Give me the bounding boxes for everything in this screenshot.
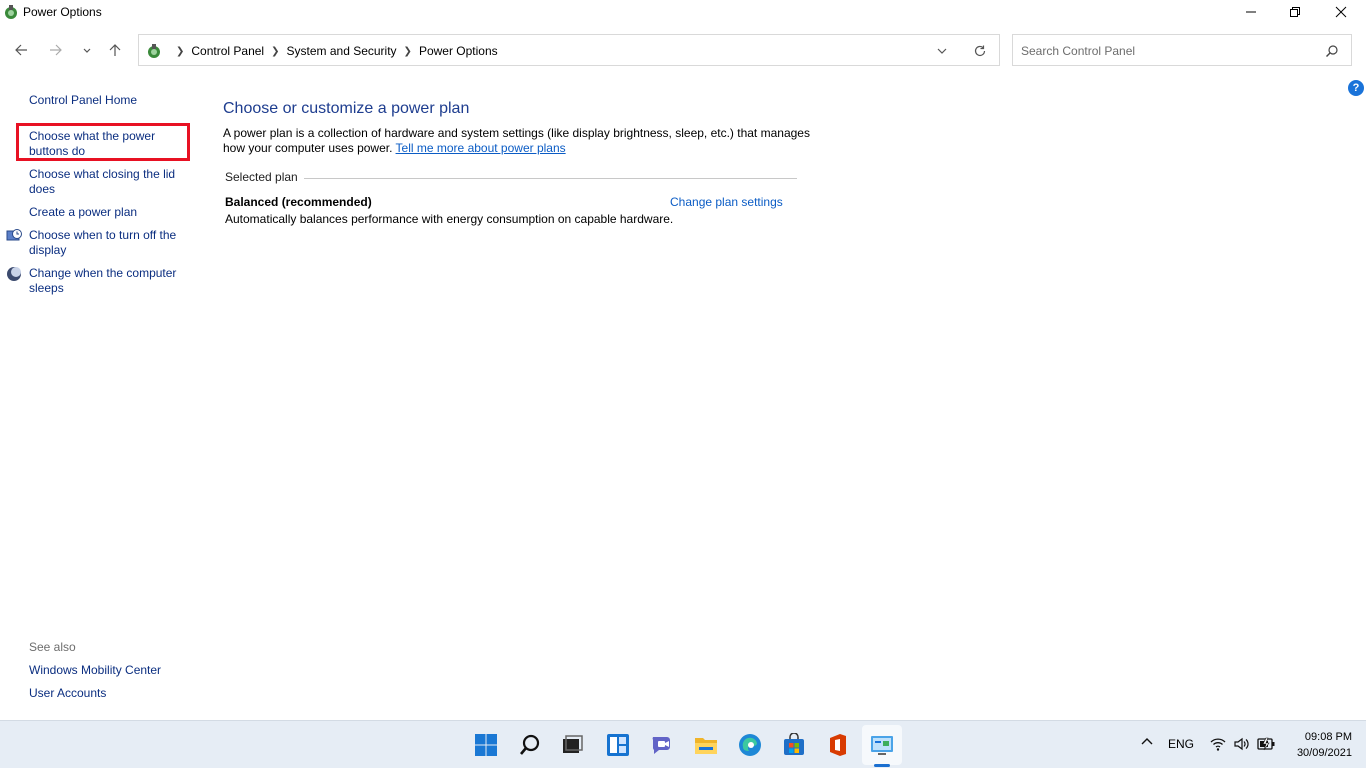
divider	[225, 178, 797, 179]
change-plan-settings-link[interactable]: Change plan settings	[670, 195, 783, 209]
close-icon	[1335, 6, 1347, 18]
plan-description: Automatically balances performance with …	[225, 212, 674, 226]
sidebar-closing-lid[interactable]: Choose what closing the lid does	[29, 167, 184, 197]
active-indicator	[874, 764, 890, 767]
control-panel-icon	[871, 736, 893, 755]
windows-logo-icon	[475, 734, 497, 756]
address-dropdown-icon[interactable]	[935, 44, 949, 58]
back-button[interactable]	[10, 40, 32, 60]
control-panel-icon	[148, 44, 160, 58]
page-title: Choose or customize a power plan	[223, 100, 470, 117]
arrow-left-icon	[15, 44, 27, 56]
speaker-icon	[1234, 737, 1249, 751]
plan-name: Balanced (recommended)	[225, 195, 372, 209]
sleep-moon-icon	[7, 267, 21, 281]
volume-button[interactable]	[1233, 736, 1249, 755]
file-explorer-button[interactable]	[692, 731, 720, 759]
arrow-right-icon	[50, 44, 62, 56]
window-title: Power Options	[23, 5, 102, 19]
title-bar: Power Options	[0, 0, 1366, 26]
language-indicator[interactable]: ENG	[1168, 737, 1194, 751]
store-bag-icon	[784, 733, 804, 755]
power-options-icon	[5, 5, 17, 19]
chevron-right-icon: ❯	[403, 45, 412, 57]
store-button[interactable]	[780, 731, 808, 759]
widgets-icon	[607, 734, 629, 756]
chevron-down-icon	[83, 48, 91, 53]
clock-time: 09:08 PM	[1304, 731, 1352, 743]
start-button[interactable]	[472, 731, 500, 759]
chevron-up-icon	[1141, 738, 1153, 745]
search-input[interactable]	[1021, 42, 1311, 60]
control-panel-taskbar-button[interactable]	[868, 731, 896, 759]
display-clock-icon	[6, 229, 22, 241]
edge-button[interactable]	[736, 731, 764, 759]
teams-chat-button[interactable]	[648, 731, 676, 759]
crumb-system-and-security[interactable]: System and Security	[287, 44, 397, 58]
recent-locations-button[interactable]	[76, 40, 98, 60]
sidebar-computer-sleeps[interactable]: Change when the computer sleeps	[29, 266, 184, 296]
sidebar-create-power-plan[interactable]: Create a power plan	[29, 205, 189, 220]
crumb-control-panel[interactable]: Control Panel	[191, 44, 264, 58]
search-icon[interactable]	[1325, 44, 1339, 58]
wifi-button[interactable]	[1210, 736, 1226, 755]
help-icon[interactable]: ?	[1348, 80, 1364, 96]
search-icon	[520, 734, 540, 755]
battery-charging-icon	[1257, 737, 1275, 751]
task-view-button[interactable]	[558, 731, 586, 759]
minimize-button[interactable]	[1228, 0, 1274, 24]
learn-more-link[interactable]: Tell me more about power plans	[396, 141, 566, 155]
chat-icon	[652, 737, 670, 754]
minimize-icon	[1246, 11, 1256, 13]
see-also-user-accounts[interactable]: User Accounts	[29, 686, 189, 701]
battery-button[interactable]	[1257, 736, 1275, 755]
show-hidden-icons-button[interactable]	[1140, 735, 1154, 752]
sidebar-turn-off-display[interactable]: Choose when to turn off the display	[29, 228, 189, 258]
folder-icon	[695, 738, 717, 754]
sidebar-control-panel-home[interactable]: Control Panel Home	[29, 93, 189, 108]
crumb-power-options[interactable]: Power Options	[419, 44, 498, 58]
search-taskbar-button[interactable]	[516, 731, 544, 759]
forward-button[interactable]	[45, 40, 67, 60]
task-view-icon	[563, 735, 583, 753]
up-button[interactable]	[104, 40, 126, 60]
see-also-title: See also	[29, 640, 76, 654]
refresh-icon[interactable]	[973, 44, 987, 58]
selected-plan-label: Selected plan	[225, 170, 304, 184]
address-bar[interactable]: ❯ Control Panel ❯ System and Security ❯ …	[138, 34, 1000, 66]
clock-date: 30/09/2021	[1296, 747, 1352, 759]
search-box[interactable]	[1012, 34, 1352, 66]
selected-plan-header: Selected plan	[225, 170, 799, 186]
office-button[interactable]	[824, 731, 852, 759]
chevron-right-icon: ❯	[271, 45, 280, 57]
breadcrumb: ❯ Control Panel ❯ System and Security ❯ …	[169, 44, 498, 58]
widgets-button[interactable]	[604, 731, 632, 759]
sidebar-power-buttons[interactable]: Choose what the power buttons do	[29, 129, 169, 159]
arrow-up-icon	[109, 44, 121, 56]
navigation-bar: ❯ Control Panel ❯ System and Security ❯ …	[0, 32, 1366, 68]
wifi-icon	[1210, 738, 1226, 751]
see-also-mobility-center[interactable]: Windows Mobility Center	[29, 663, 189, 678]
edge-browser-icon	[739, 734, 761, 756]
office-icon	[830, 734, 846, 756]
close-button[interactable]	[1318, 0, 1364, 24]
page-description: A power plan is a collection of hardware…	[223, 126, 813, 156]
chevron-right-icon: ❯	[176, 45, 185, 57]
restore-button[interactable]	[1272, 0, 1318, 24]
taskbar: ENG 09:08 PM 30/09/2021	[0, 720, 1366, 768]
clock[interactable]: 09:08 PM 30/09/2021	[1297, 729, 1352, 761]
restore-icon	[1290, 7, 1300, 17]
